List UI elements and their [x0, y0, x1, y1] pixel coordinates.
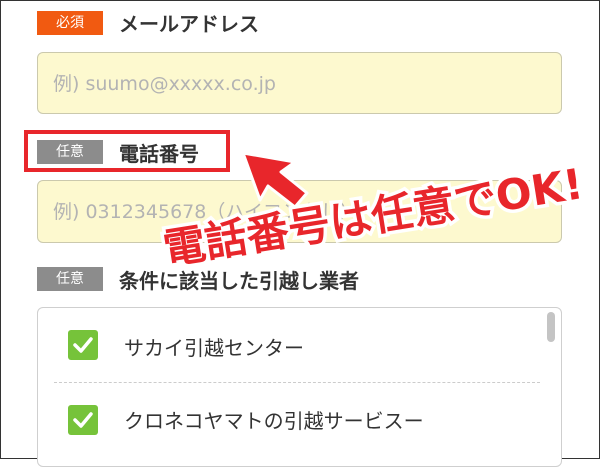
required-badge: 必須 — [37, 11, 103, 35]
checkbox-checked-icon[interactable] — [68, 405, 98, 435]
phone-placeholder: 例) 0312345678（ハイフンなし） — [53, 201, 359, 223]
list-item[interactable]: サカイ引越センター — [38, 308, 548, 382]
email-input[interactable]: 例) suumo@xxxxx.co.jp — [37, 52, 562, 114]
optional-badge-movers: 任意 — [37, 267, 103, 291]
list-item[interactable]: クロネコヤマトの引越サービスー — [38, 383, 548, 457]
email-label: メールアドレス — [119, 12, 259, 36]
scrollbar[interactable] — [547, 312, 555, 342]
list-item-label: クロネコヤマトの引越サービスー — [124, 409, 424, 433]
email-placeholder: 例) suumo@xxxxx.co.jp — [53, 73, 276, 95]
list-item-label: サカイ引越センター — [124, 336, 304, 360]
phone-label-highlight — [24, 130, 230, 172]
movers-label: 条件に該当した引越し業者 — [119, 269, 359, 293]
movers-list[interactable]: サカイ引越センター クロネコヤマトの引越サービスー — [37, 307, 562, 467]
phone-input[interactable]: 例) 0312345678（ハイフンなし） — [37, 180, 562, 243]
checkbox-checked-icon[interactable] — [68, 330, 98, 360]
